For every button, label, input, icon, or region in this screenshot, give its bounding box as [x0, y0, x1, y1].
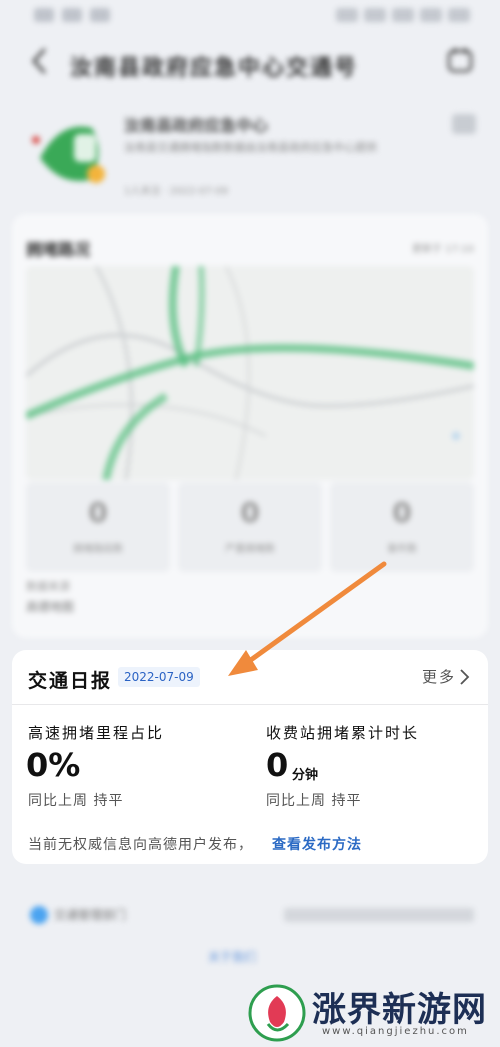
traffic-map[interactable]: [26, 266, 474, 480]
watermark-logo-icon: [248, 984, 306, 1042]
watermark-url: www.qiangjiezhu.com: [322, 1026, 469, 1037]
status-icons-left: [34, 8, 110, 22]
status-bar: [0, 0, 500, 34]
org-description: 汝南县交通拥堵指数数据由汝南县政府应急中心提供: [124, 141, 377, 154]
org-meta: 1人关注 · 2022-07-09: [124, 186, 229, 197]
map-stats: 0 拥堵路段数 0 严重拥堵数 0 事件数: [26, 482, 474, 572]
stat-label: 严重拥堵数: [225, 544, 275, 555]
page-title: 汝南县政府应急中心交通号: [70, 56, 359, 81]
stat-box: 0 拥堵路段数: [26, 482, 170, 572]
about-link[interactable]: 关于我们: [208, 948, 256, 965]
report-title: 交通日报: [28, 670, 113, 692]
lower-row-placeholder: [284, 908, 474, 922]
map-source-value: 高德地图: [26, 600, 75, 614]
metric-compare-highway: 同比上周 持平: [28, 793, 124, 809]
stat-value: 0: [240, 496, 260, 529]
site-watermark: 涨界新游网 www.qiangjiezhu.com: [240, 980, 500, 1047]
metric-label-highway: 高速拥堵里程占比: [28, 724, 165, 742]
org-more-icon[interactable]: [452, 114, 476, 134]
watermark-name: 涨界新游网: [312, 990, 487, 1030]
traffic-map-card: 拥堵路况 更新于 17:10 0 拥堵路段数 0 严重拥堵数 0 事件数 数据来…: [12, 214, 488, 638]
metric-label-toll: 收费站拥堵累计时长: [266, 724, 420, 742]
publish-method-link[interactable]: 查看发布方法: [272, 834, 362, 854]
traffic-daily-report-card: 交通日报 2022-07-09 更多 高速拥堵里程占比 0% 同比上周 持平 收…: [12, 650, 488, 864]
header: 汝南县政府应急中心交通号: [0, 38, 500, 88]
lower-row-text: 交通管理部门: [54, 908, 127, 922]
info-dot-icon: [30, 906, 48, 924]
org-logo-icon: [32, 126, 105, 183]
stat-value: 0: [392, 496, 412, 529]
stat-value: 0: [88, 496, 108, 529]
metric-compare-toll: 同比上周 持平: [266, 793, 362, 809]
org-name: 汝南县政府应急中心: [124, 116, 269, 135]
metric-value-toll: 0: [266, 746, 289, 784]
map-card-title: 拥堵路况: [26, 240, 91, 259]
chevron-right-icon[interactable]: [458, 668, 470, 686]
stat-label: 事件数: [387, 544, 417, 555]
map-update-time: 更新于 17:10: [412, 244, 474, 255]
metric-unit-toll: 分钟: [292, 768, 319, 783]
authority-notice: 当前无权威信息向高德用户发布，: [28, 837, 253, 853]
map-source-label: 数据来源: [26, 580, 70, 593]
calendar-icon[interactable]: [446, 46, 474, 74]
back-icon[interactable]: [26, 46, 52, 76]
lower-info-row: 交通管理部门: [12, 896, 488, 936]
stat-box: 0 严重拥堵数: [178, 482, 322, 572]
report-more-link[interactable]: 更多: [422, 666, 456, 687]
report-header: 交通日报 2022-07-09 更多: [12, 650, 488, 705]
report-date-badge: 2022-07-09: [118, 667, 200, 687]
status-icons-right: [336, 8, 470, 22]
metric-value-highway: 0%: [26, 746, 81, 784]
stat-label: 拥堵路段数: [73, 544, 123, 555]
stat-box: 0 事件数: [330, 482, 474, 572]
org-info: 汝南县政府应急中心 汝南县交通拥堵指数数据由汝南县政府应急中心提供 1人关注 ·…: [0, 100, 500, 210]
